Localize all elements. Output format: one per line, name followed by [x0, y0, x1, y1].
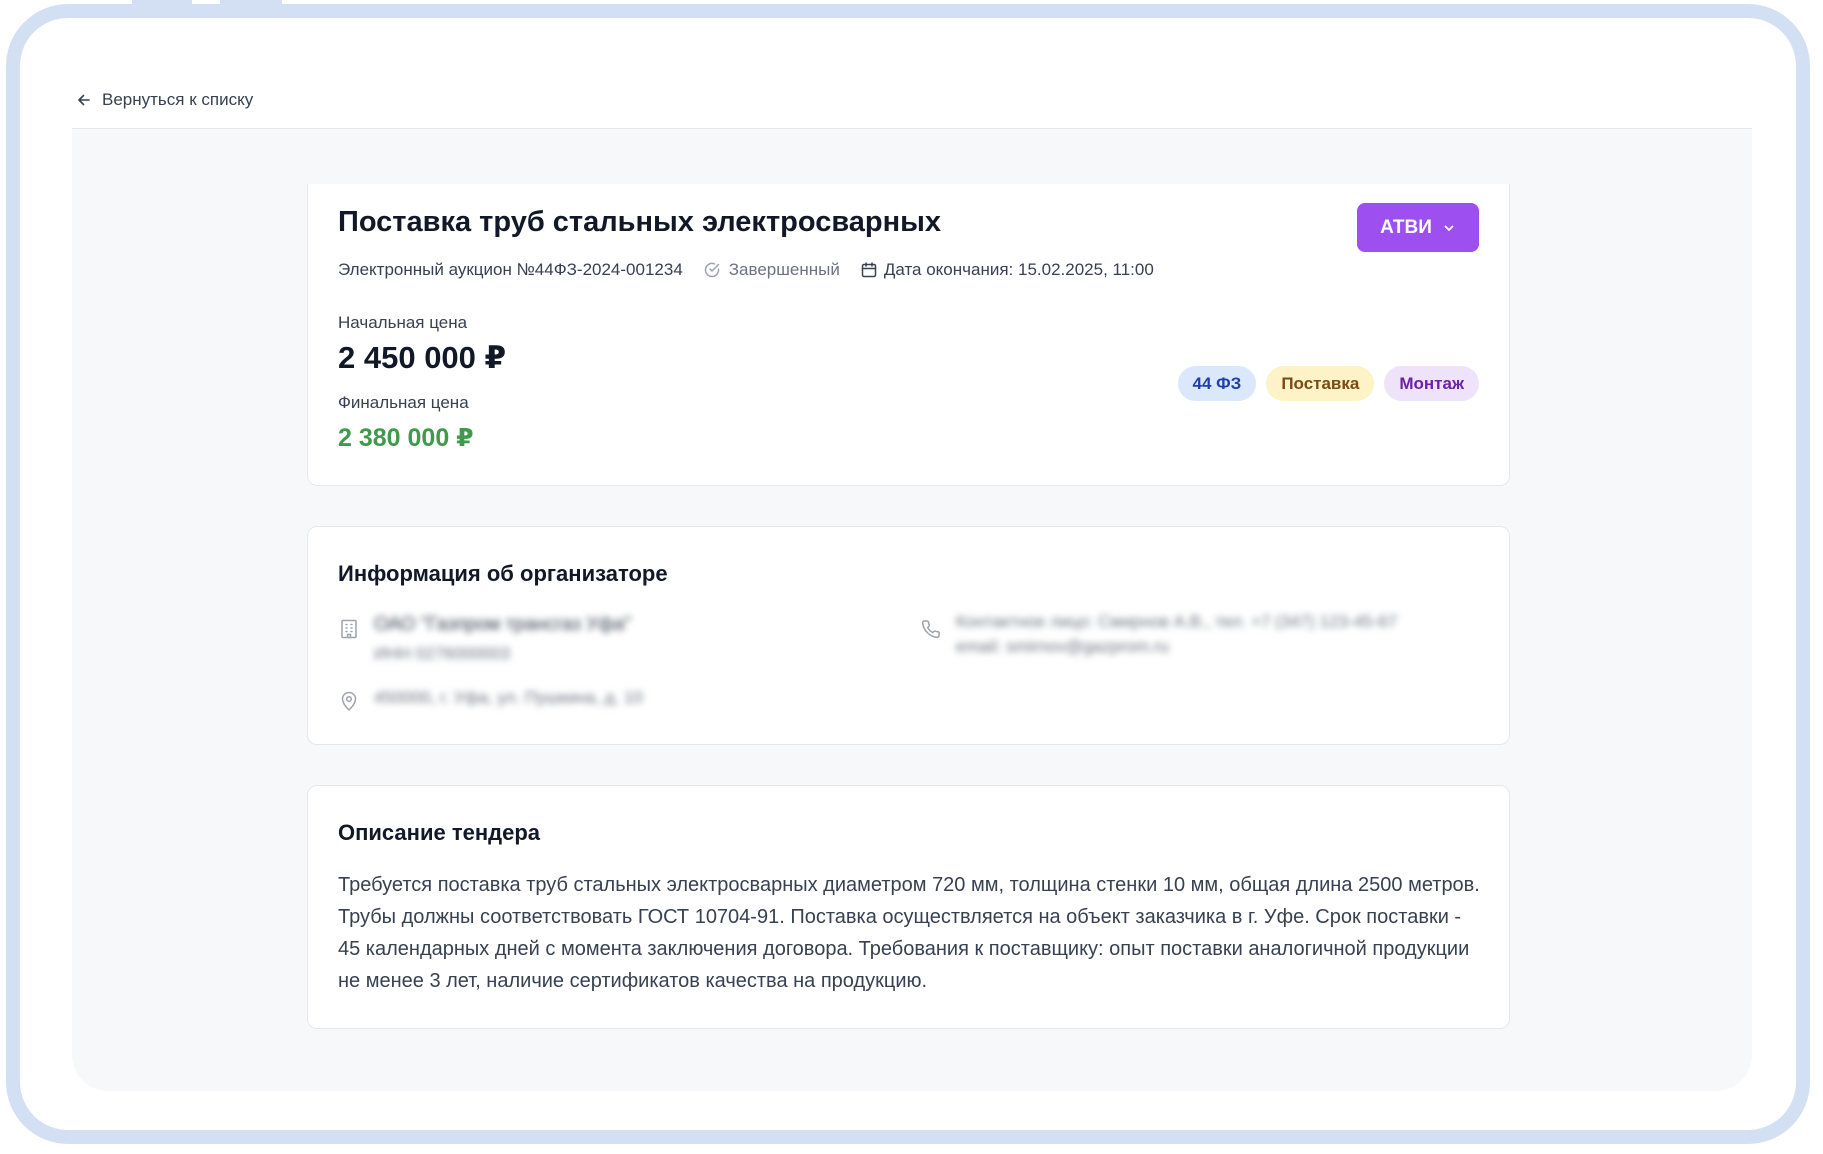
- description-text: Требуется поставка труб стальных электро…: [338, 874, 1480, 992]
- check-circle-icon: [704, 262, 720, 278]
- owner-dropdown-button[interactable]: АТВИ: [1357, 203, 1479, 252]
- organizer-name: ОАО "Газпром трансгаз Уфа": [374, 614, 632, 635]
- end-date: Дата окончания: 15.02.2025, 11:00: [860, 260, 1154, 280]
- organizer-contact: Контактное лицо: Смирнов А.В., тел. +7 (…: [956, 612, 1398, 631]
- tag-installation[interactable]: Монтаж: [1384, 366, 1479, 401]
- description-section-title: Описание тендера: [338, 820, 540, 845]
- organizer-section-title: Информация об организаторе: [338, 561, 668, 586]
- description-card: Описание тендера Требуется поставка труб…: [307, 785, 1510, 1029]
- organizer-inn: ИНН 0276000003: [374, 644, 511, 663]
- final-price: 2 380 000 ₽: [338, 424, 474, 452]
- arrow-left-icon: [78, 94, 90, 106]
- chevron-down-icon: [1444, 225, 1454, 231]
- start-price-label: Начальная цена: [338, 313, 468, 332]
- back-to-list-link[interactable]: Вернуться к списку: [76, 90, 253, 110]
- calendar-icon: [861, 262, 877, 278]
- frame-tab: [132, 0, 192, 10]
- status-label: Завершенный: [728, 260, 840, 279]
- organizer-email: email: smirnov@gazprom.ru: [956, 637, 1169, 656]
- status-badge: Завершенный: [703, 260, 840, 280]
- procedure-number: Электронный аукцион №44ФЗ-2024-001234: [338, 260, 683, 279]
- start-price: 2 450 000 ₽: [338, 340, 507, 375]
- back-link-label[interactable]: Вернуться к списку: [102, 90, 253, 110]
- final-price-label: Финальная цена: [338, 393, 469, 412]
- tag-44fz[interactable]: 44 ФЗ: [1177, 366, 1257, 401]
- owner-button-label: АТВИ: [1380, 216, 1432, 238]
- frame-tab: [220, 0, 282, 10]
- tender-title: Поставка труб стальных электросварных: [338, 206, 942, 238]
- location-pin-icon: [341, 691, 357, 711]
- end-date-label: Дата окончания: 15.02.2025, 11:00: [883, 260, 1154, 279]
- phone-icon: [921, 620, 941, 639]
- tender-meta: Электронный аукцион №44ФЗ-2024-001234 За…: [338, 260, 1154, 280]
- organizer-address: 450000, г. Уфа, ул. Пушкина, д. 10: [374, 688, 643, 707]
- tender-summary-card: Поставка труб стальных электросварных Эл…: [307, 184, 1510, 486]
- tag-supply[interactable]: Поставка: [1266, 366, 1375, 401]
- building-icon: [341, 619, 357, 639]
- tag-list: 44 ФЗ Поставка Монтаж: [1177, 366, 1479, 401]
- organizer-card: Информация об организаторе ОАО "Газпром …: [307, 526, 1510, 745]
